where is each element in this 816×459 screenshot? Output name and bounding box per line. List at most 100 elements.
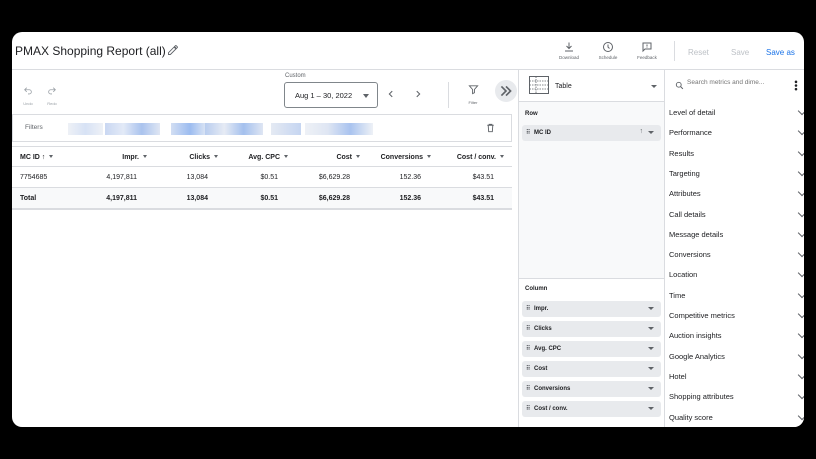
chevron-down-icon — [797, 147, 804, 156]
chevron-down-icon — [797, 167, 804, 177]
chevron-down-icon — [797, 411, 804, 420]
metric-category-item[interactable]: Quality score — [665, 411, 804, 427]
report-table: MC ID ↑ Impr. Clicks Avg. CPC Cost Conve… — [12, 146, 512, 210]
drag-handle-icon[interactable]: ⠿ — [526, 129, 531, 136]
save-button[interactable]: Save — [731, 48, 749, 57]
column-header-avg-cpc[interactable]: Avg. CPC — [248, 154, 288, 161]
chevron-down-icon[interactable] — [648, 131, 654, 134]
drag-handle-icon[interactable]: ⠿ — [526, 325, 531, 332]
column-metric-chip[interactable]: ⠿ Conversions — [522, 381, 661, 397]
metric-category-item[interactable]: Results — [665, 147, 804, 163]
column-metric-chip[interactable]: ⠿ Clicks — [522, 321, 661, 337]
chip-label: Avg. CPC — [534, 346, 562, 352]
metric-category-label: Message details — [669, 229, 724, 239]
schedule-button[interactable]: Schedule — [593, 41, 623, 60]
metric-category-item[interactable]: Hotel — [665, 370, 804, 386]
chevron-down-icon[interactable] — [648, 407, 654, 410]
column-header-cost[interactable]: Cost — [336, 154, 360, 161]
chevron-down-icon — [797, 390, 804, 400]
visualization-label: Table — [555, 83, 572, 90]
drag-handle-icon[interactable]: ⠿ — [526, 345, 531, 352]
drag-handle-icon[interactable]: ⠿ — [526, 405, 531, 412]
layout-panel: Table Row ⠿ MC ID ↑ Column ⠿ Impr. ⠿ Cli… — [518, 70, 665, 427]
drag-handle-icon[interactable]: ⠿ — [526, 385, 531, 392]
visualization-selector[interactable]: Table — [519, 70, 665, 102]
metric-category-item[interactable]: Auction insights — [665, 330, 804, 345]
column-header-mc-id[interactable]: MC ID ↑ — [20, 154, 54, 161]
metric-category-label: Auction insights — [669, 331, 722, 341]
search-input[interactable] — [687, 79, 783, 86]
chevron-down-icon[interactable] — [648, 367, 654, 370]
chevron-down-icon[interactable] — [648, 327, 654, 330]
delete-filters-icon[interactable] — [485, 122, 496, 134]
metric-category-item[interactable]: Message details — [665, 228, 804, 244]
undo-icon — [24, 87, 32, 95]
metric-category-item[interactable]: Level of detail — [665, 106, 804, 122]
column-metric-chip[interactable]: ⠿ Cost — [522, 361, 661, 377]
filters-bar[interactable]: Filters — [12, 114, 512, 142]
row-dimension-chip[interactable]: ⠿ MC ID ↑ — [522, 125, 661, 141]
table-cell: 4,197,811 — [106, 174, 137, 181]
reset-button[interactable]: Reset — [688, 48, 709, 57]
table-cell: 4,197,811 — [106, 195, 137, 202]
save-as-button[interactable]: Save as — [766, 48, 795, 57]
drag-handle-icon[interactable]: ⠿ — [526, 305, 531, 312]
column-header-impr[interactable]: Impr. — [122, 154, 147, 161]
date-range-picker[interactable]: Aug 1 – 30, 2022 — [284, 82, 378, 108]
download-icon — [565, 42, 573, 52]
table-cell: 13,084 — [186, 195, 208, 202]
chevron-down-icon — [363, 94, 369, 98]
column-metric-chip[interactable]: ⠿ Avg. CPC — [522, 341, 661, 357]
previous-period-icon[interactable] — [386, 89, 396, 99]
chevron-down-icon — [797, 106, 804, 116]
column-header-clicks[interactable]: Clicks — [189, 154, 218, 161]
schedule-label: Schedule — [598, 55, 618, 60]
download-button[interactable]: Download — [554, 41, 584, 60]
chevron-down-icon[interactable] — [648, 347, 654, 350]
metric-category-item[interactable]: Shopping attributes — [665, 390, 804, 406]
metric-category-item[interactable]: Location — [665, 269, 804, 284]
redo-icon — [48, 87, 56, 95]
chevron-down-icon[interactable] — [648, 387, 654, 390]
metric-category-item[interactable]: Competitive metrics — [665, 309, 804, 325]
undo-label: Undo — [23, 101, 33, 106]
filters-label: Filters — [25, 124, 43, 131]
metric-category-item[interactable]: Time — [665, 289, 804, 305]
metric-category-item[interactable]: Attributes — [665, 187, 804, 203]
metric-category-label: Shopping attributes — [669, 392, 734, 402]
chevron-down-icon — [797, 127, 804, 136]
chevron-down-icon — [797, 187, 804, 197]
metric-category-item[interactable]: Performance — [665, 127, 804, 142]
sort-ascending-icon[interactable]: ↑ — [640, 128, 644, 135]
table-cell: $6,629.28 — [318, 174, 350, 181]
redo-button[interactable]: Redo — [42, 83, 62, 106]
metric-category-item[interactable]: Conversions — [665, 248, 804, 264]
metric-category-item[interactable]: Google Analytics — [665, 350, 804, 366]
metric-category-label: Competitive metrics — [669, 311, 735, 320]
column-metric-chip[interactable]: ⠿ Cost / conv. — [522, 401, 661, 417]
column-metric-chip[interactable]: ⠿ Impr. — [522, 301, 661, 317]
feedback-button[interactable]: Feedback — [632, 41, 662, 60]
filter-button[interactable]: Filter — [462, 82, 484, 105]
row-section-label: Row — [525, 111, 538, 117]
chevron-down-icon — [797, 330, 804, 339]
chip-label: Clicks — [534, 326, 552, 332]
header-divider — [674, 41, 675, 61]
redacted-filter — [105, 123, 160, 135]
feedback-icon — [642, 42, 652, 53]
column-header-cost-per-conv[interactable]: Cost / conv. — [457, 154, 504, 161]
edit-title-icon[interactable] — [167, 44, 179, 56]
metric-category-item[interactable]: Targeting — [665, 167, 804, 183]
metrics-panel: Level of detail Performance Results Targeti… — [664, 70, 804, 427]
undo-button[interactable]: Undo — [18, 83, 38, 106]
metric-category-item[interactable]: Call details — [665, 208, 804, 224]
drag-handle-icon[interactable]: ⠿ — [526, 365, 531, 372]
metrics-search[interactable] — [665, 70, 804, 100]
more-vert-icon[interactable] — [794, 80, 798, 91]
column-header-conversions[interactable]: Conversions — [381, 154, 431, 161]
redacted-filter — [171, 123, 209, 135]
chevron-down-icon — [797, 269, 804, 278]
next-period-icon[interactable] — [413, 89, 423, 99]
chevron-down-icon[interactable] — [648, 307, 654, 310]
collapse-panel-button[interactable] — [495, 80, 517, 102]
